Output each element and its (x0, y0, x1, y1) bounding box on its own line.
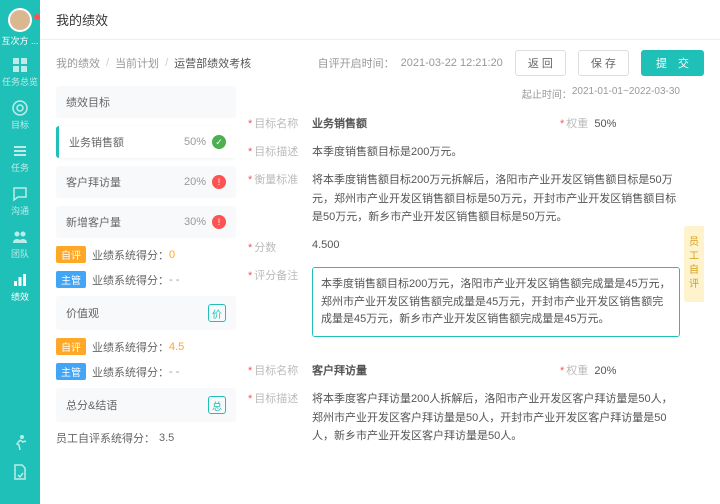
notification-dot (34, 14, 40, 20)
alert-icon: ! (212, 215, 226, 229)
alert-icon: ! (212, 175, 226, 189)
score-mgr-1: 主管业绩系统得分：- - (56, 271, 236, 288)
score-self-2: 自评业绩系统得分：4.5 (56, 338, 236, 355)
goal-header[interactable]: 绩效目标 (56, 86, 236, 118)
self-eval-time: 2021-03-22 12:21:20 (401, 57, 503, 69)
doc-icon (12, 464, 28, 480)
list-icon (12, 143, 28, 159)
goal-item-2[interactable]: 客户拜访量20%! (56, 166, 236, 198)
score-mgr-2: 主管业绩系统得分：- - (56, 363, 236, 380)
note-textarea[interactable] (312, 267, 680, 337)
back-button[interactable]: 返 回 (515, 50, 566, 76)
grid-icon (12, 57, 28, 73)
sidebar-item-team[interactable]: 团队 (11, 229, 29, 260)
target-icon (12, 100, 28, 116)
crumb-current: 运营部绩效考核 (174, 55, 251, 71)
people-icon (12, 229, 28, 245)
sidebar-item-task[interactable]: 任务 (11, 143, 29, 174)
goal-name: 业务销售额 (312, 115, 560, 131)
values-badge: 价 (208, 304, 226, 322)
sidebar-item-performance[interactable]: 绩效 (11, 272, 29, 303)
goal-score: 4.500 (312, 239, 680, 255)
goal-metric: 将本季度销售额目标200万元拆解后，洛阳市产业开发区销售额目标是50万元，郑州市… (312, 171, 680, 227)
crumb-root[interactable]: 我的绩效 (56, 55, 100, 71)
score-total: 员工自评系统得分：3.5 (56, 430, 236, 446)
goal-item-1[interactable]: 业务销售额50%✓ (56, 126, 236, 158)
save-button[interactable]: 保 存 (578, 50, 629, 76)
summary-header[interactable]: 总分&结语总 (56, 388, 236, 422)
breadcrumb: 我的绩效 / 当前计划 / 运营部绩效考核 自评开启时间： 2021-03-22… (40, 40, 720, 86)
sidebar-item-doc[interactable] (12, 464, 28, 482)
submit-button[interactable]: 提 交 (641, 50, 704, 76)
header: 我的绩效 (40, 0, 720, 40)
summary-badge: 总 (208, 396, 226, 414)
run-icon (12, 434, 28, 450)
detail-panel: 起止时间：2021-01-01~2022-03-30 *目标名称业务销售额*权重… (248, 86, 704, 494)
deadline: 起止时间：2021-01-01~2022-03-30 (248, 86, 680, 101)
goal-name-2: 客户拜访量 (312, 362, 560, 378)
page-title: 我的绩效 (56, 10, 108, 29)
sidebar-item-chat[interactable]: 沟通 (11, 186, 29, 217)
self-eval-label: 自评开启时间： (318, 55, 395, 71)
values-header[interactable]: 价值观价 (56, 296, 236, 330)
brand-label: 互次方 ... (1, 34, 38, 47)
crumb-plan[interactable]: 当前计划 (115, 55, 159, 71)
sidebar-bottom (12, 434, 28, 494)
main: 我的绩效 我的绩效 / 当前计划 / 运营部绩效考核 自评开启时间： 2021-… (40, 0, 720, 504)
sidebar: 互次方 ... 任务总览 目标 任务 沟通 团队 绩效 (0, 0, 40, 504)
score-self-1: 自评业绩系统得分：0 (56, 246, 236, 263)
sidebar-item-overview[interactable]: 任务总览 (2, 57, 38, 88)
sidebar-item-goal[interactable]: 目标 (11, 100, 29, 131)
check-icon: ✓ (212, 135, 226, 149)
chat-icon (12, 186, 28, 202)
floater-tab[interactable]: 员工自评 (684, 226, 704, 302)
goal-desc-2: 将本季度客户拜访量200人拆解后，洛阳市产业开发区客户拜访量是50人，郑州市产业… (312, 390, 680, 446)
goal-item-3[interactable]: 新增客户量30%! (56, 206, 236, 238)
goal-desc: 本季度销售额目标是200万元。 (312, 143, 680, 159)
left-panel: 绩效目标 业务销售额50%✓ 客户拜访量20%! 新增客户量30%! 自评业绩系… (56, 86, 236, 494)
sidebar-item-run[interactable] (12, 434, 28, 452)
chart-icon (12, 272, 28, 288)
avatar[interactable] (8, 8, 32, 32)
